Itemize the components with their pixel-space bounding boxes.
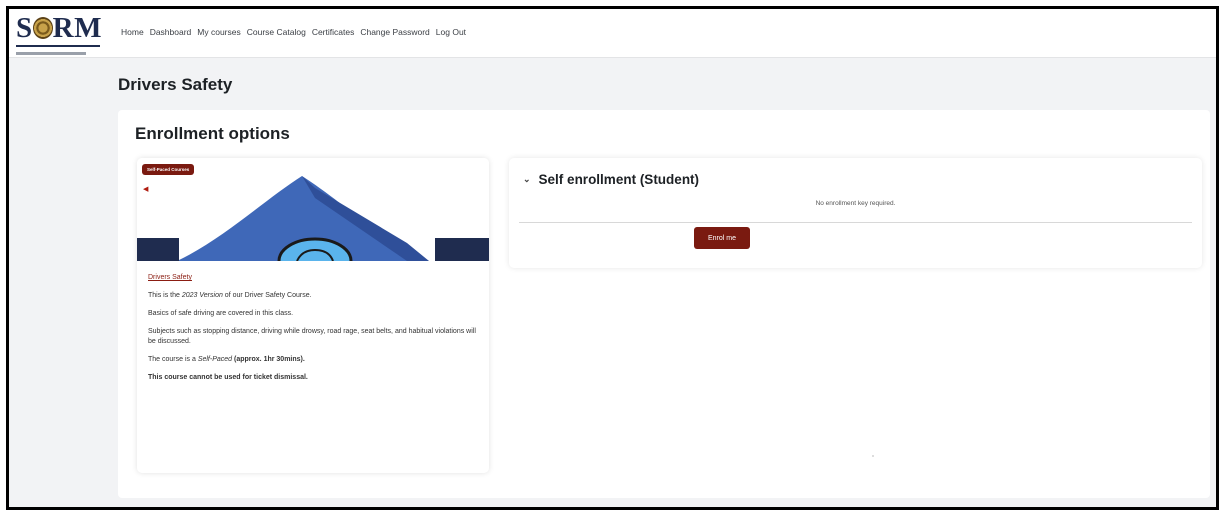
seal-icon [32, 17, 53, 39]
artifact-dot [872, 455, 874, 457]
browser-frame: S RM Home Dashboard My courses Course Cat… [6, 6, 1219, 510]
course-card: Self-Paced Courses ◀ Drivers Safety This… [137, 158, 489, 473]
speaker-icon[interactable]: ◀ [143, 185, 148, 193]
primary-nav: Home Dashboard My courses Course Catalog… [121, 27, 466, 37]
logo-letters-rm: RM [52, 12, 102, 44]
page-title: Drivers Safety [118, 75, 233, 94]
self-enrollment-toggle[interactable]: ⌄ Self enrollment (Student) [523, 172, 699, 187]
nav-certificates[interactable]: Certificates [312, 27, 355, 37]
course-name-link[interactable]: Drivers Safety [148, 274, 192, 281]
self-enrollment-card: ⌄ Self enrollment (Student) No enrollmen… [509, 158, 1202, 268]
nav-my-courses[interactable]: My courses [197, 27, 240, 37]
sorm-logo[interactable]: S RM [16, 12, 102, 55]
logo-subtitle-line [16, 52, 86, 55]
nav-log-out[interactable]: Log Out [436, 27, 466, 37]
self-paced-badge: Self-Paced Courses [142, 164, 195, 175]
logo-subtitle-rule [16, 45, 100, 51]
nav-change-password[interactable]: Change Password [360, 27, 429, 37]
logo-letter-s: S [16, 12, 33, 44]
course-description: This is the 2023 Version of our Driver S… [148, 292, 312, 299]
course-basics: Basics of safe driving are covered in th… [148, 310, 294, 317]
self-enrollment-heading: Self enrollment (Student) [538, 172, 700, 187]
top-navbar: S RM Home Dashboard My courses Course Cat… [9, 9, 1216, 58]
nav-course-catalog[interactable]: Course Catalog [247, 27, 306, 37]
nav-dashboard[interactable]: Dashboard [150, 27, 192, 37]
enrollment-key-note: No enrollment key required. [815, 200, 896, 207]
course-subjects: Subjects such as stopping distance, driv… [148, 328, 476, 345]
enrol-me-button[interactable]: Enrol me [694, 227, 750, 249]
course-summary: Drivers Safety This is the 2023 Version … [148, 273, 478, 391]
course-pace: The course is a Self-Paced (approx. 1hr … [148, 356, 305, 363]
enrollment-panel: Enrollment options Self-Paced Courses ◀ … [118, 110, 1210, 498]
section-title: Enrollment options [135, 124, 290, 143]
chevron-down-icon: ⌄ [523, 174, 531, 184]
nav-home[interactable]: Home [121, 27, 144, 37]
divider [519, 222, 1192, 223]
course-warning: This course cannot be used for ticket di… [148, 374, 308, 381]
